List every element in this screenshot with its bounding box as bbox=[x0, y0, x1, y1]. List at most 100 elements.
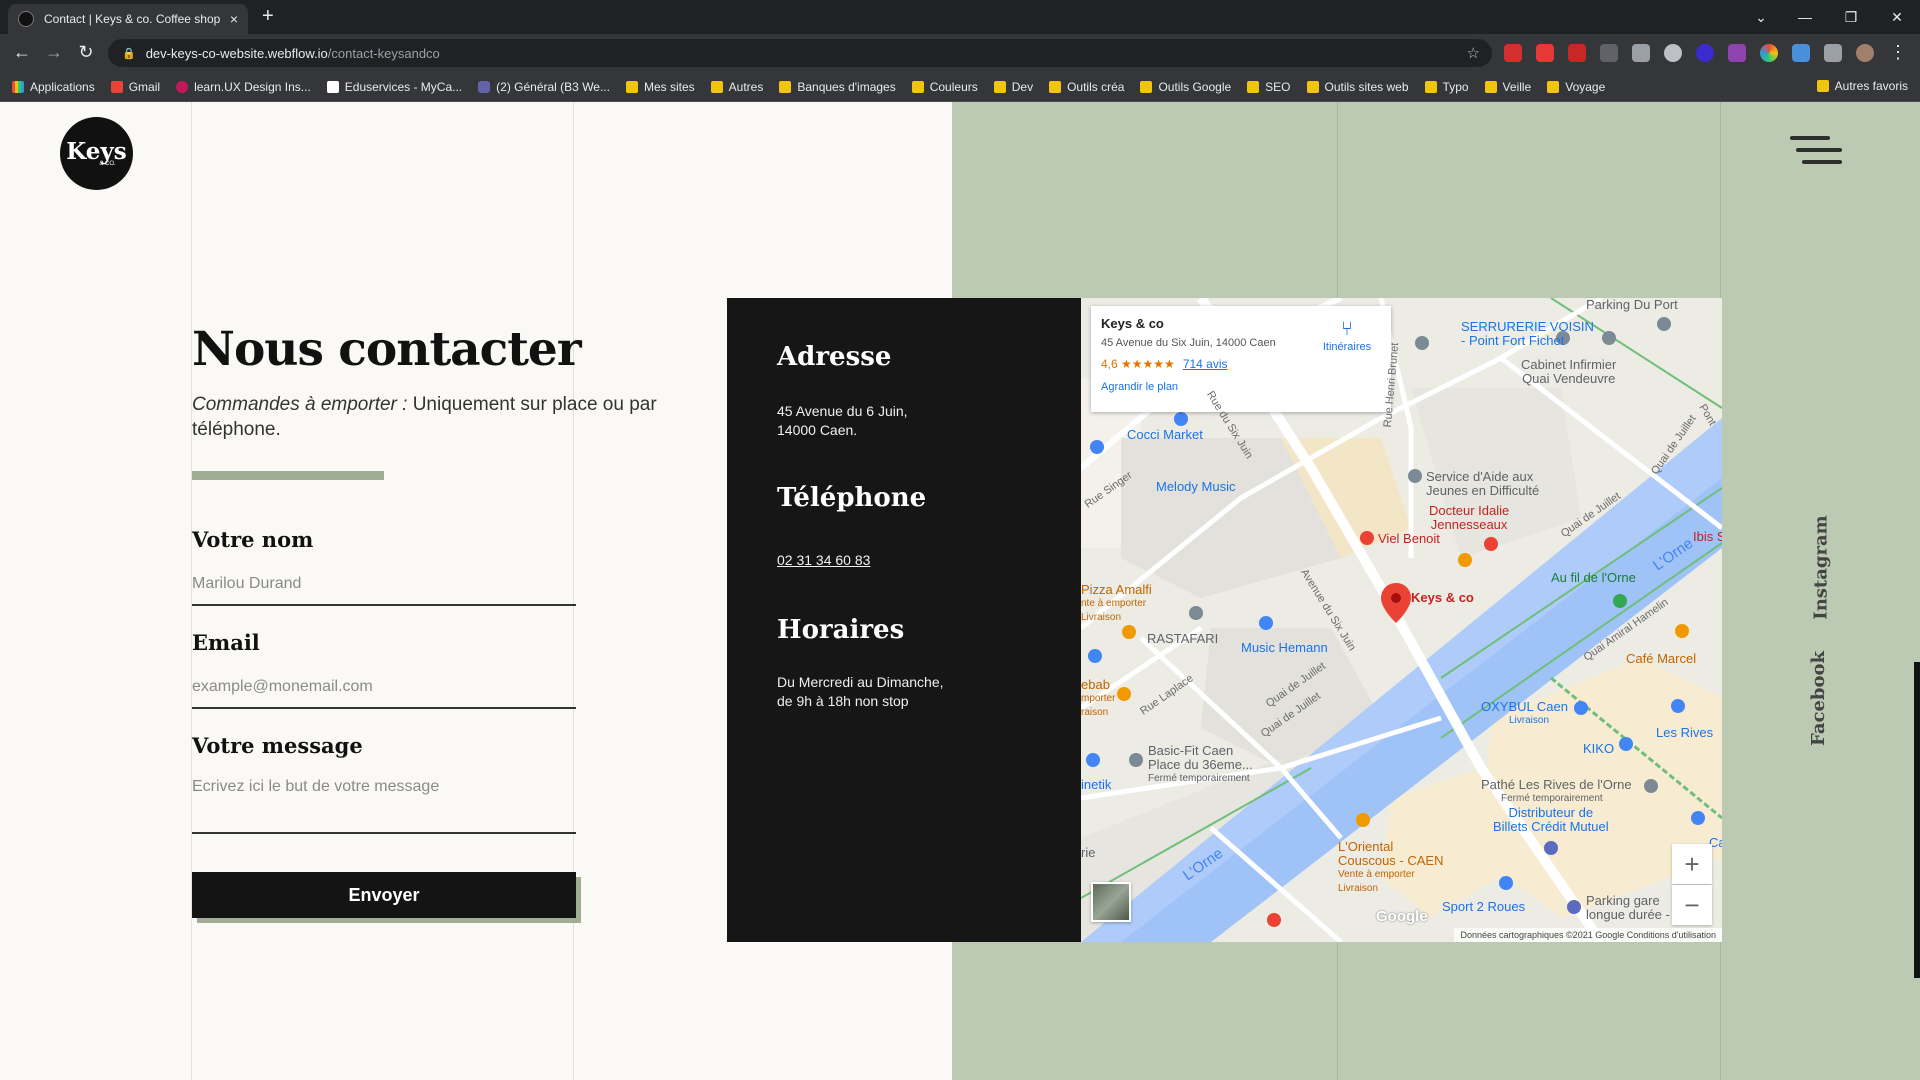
subtitle-emphasis: Commandes à emporter : bbox=[192, 394, 408, 415]
map-label: ebab mporter raison bbox=[1081, 677, 1116, 719]
map-label: RASTAFARI bbox=[1147, 631, 1219, 646]
bookmark-folder[interactable]: Outils Google bbox=[1140, 80, 1231, 94]
url-path: /contact-keysandco bbox=[327, 45, 440, 61]
bookmark-star-icon[interactable]: ☆ bbox=[1467, 44, 1480, 62]
other-bookmarks-folder[interactable]: Autres favoris bbox=[1816, 79, 1908, 93]
zoom-in-button[interactable]: + bbox=[1672, 844, 1712, 884]
scroll-indicator[interactable] bbox=[1914, 662, 1920, 978]
map-label: KIKO bbox=[1583, 741, 1615, 756]
map-label: Basic-Fit Caen Place du 36eme... Fermé tem… bbox=[1148, 743, 1253, 785]
bookmark-folder[interactable]: Outils sites web bbox=[1306, 80, 1409, 94]
reviews-link[interactable]: 714 avis bbox=[1183, 357, 1228, 371]
tab-close-icon[interactable]: × bbox=[230, 11, 238, 27]
extension-icon[interactable] bbox=[1728, 44, 1746, 62]
close-window-icon[interactable]: ✕ bbox=[1874, 0, 1920, 34]
bookmark-item[interactable]: Gmail bbox=[110, 80, 160, 94]
minimize-icon[interactable]: — bbox=[1782, 0, 1828, 34]
bookmark-item[interactable]: Applications bbox=[12, 80, 95, 94]
enlarge-map-link[interactable]: Agrandir le plan bbox=[1101, 381, 1381, 393]
teams-icon bbox=[478, 80, 491, 93]
bookmarks-bar: Applications Gmail learn.UX Design Ins..… bbox=[0, 72, 1920, 102]
tab-search-icon[interactable]: ⌄ bbox=[1738, 0, 1784, 34]
instagram-link[interactable]: Instagram bbox=[1811, 515, 1832, 619]
bookmark-folder[interactable]: Couleurs bbox=[911, 80, 978, 94]
forward-icon[interactable]: → bbox=[42, 42, 66, 63]
logo-subtext: & CO. bbox=[99, 161, 116, 167]
folder-icon bbox=[1306, 80, 1319, 93]
browser-menu-icon[interactable]: ⋮ bbox=[1886, 42, 1910, 63]
map-label: Au fil de l'Orne bbox=[1551, 570, 1636, 585]
folder-icon bbox=[911, 80, 924, 93]
adblock-icon[interactable] bbox=[1568, 44, 1586, 62]
learnux-icon bbox=[176, 80, 189, 93]
bookmark-folder[interactable]: SEO bbox=[1247, 80, 1291, 94]
email-label: Email bbox=[192, 630, 260, 655]
place-rating: 4,6 ★★★★★ 714 avis bbox=[1101, 357, 1228, 371]
map-label: Cocci Market bbox=[1127, 427, 1203, 442]
map-label: OXYBUL Caen Livraison bbox=[1481, 699, 1568, 727]
zoom-out-button[interactable]: − bbox=[1672, 885, 1712, 925]
map-label: Café Marcel bbox=[1626, 651, 1697, 666]
extension-icon[interactable] bbox=[1504, 44, 1522, 62]
phone-text: 02 31 34 60 83 bbox=[777, 551, 1057, 570]
bookmark-folder[interactable]: Veille bbox=[1484, 80, 1531, 94]
settings-extension-icon[interactable] bbox=[1664, 44, 1682, 62]
bookmark-item[interactable]: (2) Général (B3 We... bbox=[478, 80, 610, 94]
bookmark-folder[interactable]: Dev bbox=[993, 80, 1033, 94]
satellite-toggle[interactable] bbox=[1091, 882, 1131, 922]
map-label: rie bbox=[1081, 845, 1096, 860]
font-extension-icon[interactable] bbox=[1600, 44, 1618, 62]
reload-icon[interactable]: ↻ bbox=[74, 42, 98, 63]
bookmark-folder[interactable]: Banques d'images bbox=[779, 80, 896, 94]
folder-icon bbox=[710, 80, 723, 93]
map-label: Distributeur de Billets Crédit Mutuel bbox=[1493, 805, 1609, 834]
map-label: SERRURERIE VOISIN - Point Fort Fichet bbox=[1461, 319, 1594, 348]
bookmark-item[interactable]: learn.UX Design Ins... bbox=[176, 80, 311, 94]
folder-icon bbox=[1424, 80, 1437, 93]
email-field[interactable] bbox=[192, 667, 576, 709]
phone-heading: Téléphone bbox=[777, 483, 927, 513]
page-content: Keys & CO. Nous contacter Commandes à em… bbox=[0, 102, 1920, 1080]
map-attribution[interactable]: Données cartographiques ©2021 Google Con… bbox=[1454, 928, 1722, 942]
hamburger-menu-icon[interactable] bbox=[1790, 136, 1842, 168]
google-map[interactable]: Keys & co 45 Avenue du Six Juin, 14000 C… bbox=[1081, 298, 1722, 942]
map-label: Docteur Idalie Jennesseaux bbox=[1429, 503, 1510, 532]
bookmark-folder[interactable]: Autres bbox=[710, 80, 763, 94]
facebook-link[interactable]: Facebook bbox=[1808, 651, 1829, 746]
url-host: dev-keys-co-website.webflow.io bbox=[145, 45, 328, 61]
submit-button[interactable]: Envoyer bbox=[192, 872, 576, 918]
site-logo[interactable]: Keys & CO. bbox=[60, 117, 133, 190]
folder-icon bbox=[1247, 80, 1260, 93]
folder-icon bbox=[779, 80, 792, 93]
site-favicon-icon bbox=[18, 11, 34, 27]
extension-icon[interactable] bbox=[1536, 44, 1554, 62]
message-field[interactable] bbox=[192, 778, 576, 834]
page-subtitle: Commandes à emporter : Uniquement sur pl… bbox=[192, 392, 682, 442]
avatar[interactable] bbox=[1856, 44, 1874, 62]
bookmark-item[interactable]: Eduservices - MyCa... bbox=[326, 80, 462, 94]
restore-icon[interactable]: ❐ bbox=[1828, 0, 1874, 34]
bookmark-folder[interactable]: Typo bbox=[1424, 80, 1469, 94]
puzzle-icon[interactable] bbox=[1824, 44, 1842, 62]
screenshot-icon[interactable] bbox=[1792, 44, 1810, 62]
back-icon[interactable]: ← bbox=[10, 42, 34, 63]
map-label: Viel Benoit bbox=[1378, 531, 1440, 546]
new-tab-button[interactable]: + bbox=[262, 5, 274, 28]
bookmark-folder[interactable]: Mes sites bbox=[625, 80, 695, 94]
address-bar[interactable]: 🔒 dev-keys-co-website.webflow.io/contact… bbox=[108, 39, 1492, 67]
browser-tab[interactable]: Contact | Keys & co. Coffee shop × bbox=[8, 4, 248, 34]
browser-tab-bar: Contact | Keys & co. Coffee shop × + ⌄ —… bbox=[0, 0, 1920, 34]
accent-bar bbox=[192, 471, 384, 480]
message-label: Votre message bbox=[192, 733, 363, 758]
name-field[interactable] bbox=[192, 564, 576, 606]
phone-link[interactable]: 02 31 34 60 83 bbox=[777, 552, 870, 568]
directions-button[interactable]: ⑂ Itinéraires bbox=[1317, 318, 1377, 353]
map-label: Service d'Aide aux Jeunes en Difficulté bbox=[1426, 469, 1540, 498]
bookmark-folder[interactable]: Outils créa bbox=[1049, 80, 1124, 94]
camera-extension-icon[interactable] bbox=[1632, 44, 1650, 62]
bookmark-folder[interactable]: Voyage bbox=[1547, 80, 1605, 94]
color-picker-icon[interactable] bbox=[1760, 44, 1778, 62]
folder-icon bbox=[1547, 80, 1560, 93]
logo-text: Keys bbox=[66, 138, 127, 165]
extension-icon[interactable] bbox=[1696, 44, 1714, 62]
